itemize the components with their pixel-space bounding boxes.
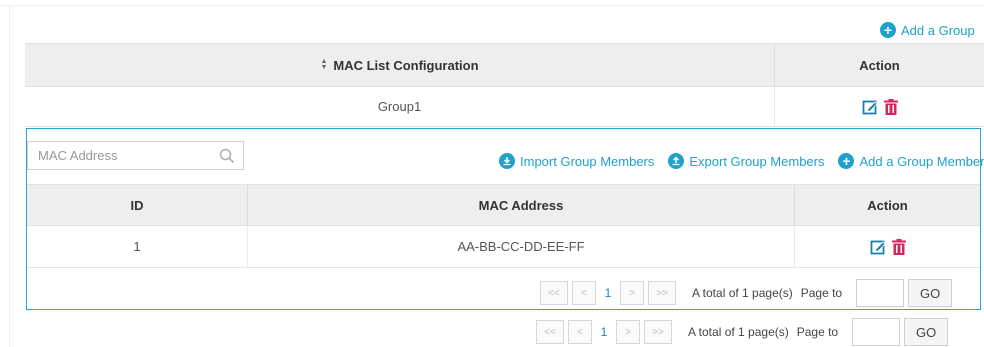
edit-icon[interactable]	[862, 99, 878, 115]
go-button[interactable]: GO	[908, 279, 953, 307]
export-group-members-button[interactable]: Export Group Members	[668, 153, 824, 169]
trash-icon[interactable]	[883, 98, 898, 115]
edit-icon[interactable]	[870, 239, 886, 255]
group-name-cell: Group1	[25, 87, 775, 126]
member-mac-cell: AA-BB-CC-DD-EE-FF	[248, 226, 795, 267]
prev-page-button[interactable]: <	[572, 281, 596, 305]
next-page-button[interactable]: >	[620, 281, 644, 305]
plus-circle-icon: +	[880, 22, 896, 38]
members-table-row[interactable]: 1 AA-BB-CC-DD-EE-FF	[27, 226, 980, 268]
page-top-border	[0, 0, 984, 6]
mac-search-input[interactable]	[28, 148, 208, 163]
mac-list-config-column-header[interactable]: ▲ ▼ MAC List Configuration	[25, 44, 775, 86]
prev-page-button[interactable]: <	[568, 320, 592, 344]
group-action-cell	[775, 87, 984, 126]
page-to-label: Page to	[800, 286, 843, 300]
last-page-button[interactable]: >>	[644, 320, 672, 344]
mac-column-header: MAC Address	[248, 185, 795, 225]
current-page[interactable]: 1	[600, 286, 616, 300]
page-to-input[interactable]	[856, 279, 905, 307]
members-pagination: << < 1 > >> A total of 1 page(s) Page to…	[540, 279, 953, 307]
add-group-label: Add a Group	[901, 22, 975, 38]
go-button[interactable]: GO	[904, 318, 949, 346]
add-group-button[interactable]: + Add a Group	[880, 22, 975, 38]
import-label: Import Group Members	[520, 153, 655, 169]
export-label: Export Group Members	[689, 153, 825, 169]
search-icon[interactable]	[219, 148, 235, 164]
current-page[interactable]: 1	[596, 325, 612, 339]
trash-icon[interactable]	[891, 238, 906, 255]
first-page-button[interactable]: <<	[536, 320, 564, 344]
next-page-button[interactable]: >	[616, 320, 640, 344]
mac-search-box	[27, 141, 244, 170]
group-members-panel: Import Group Members Export Group Member…	[26, 128, 984, 310]
members-table-header: ID MAC Address Action	[27, 184, 980, 226]
add-group-member-button[interactable]: + Add a Group Member	[838, 153, 984, 169]
member-actions-bar: Import Group Members Export Group Member…	[499, 153, 984, 169]
export-icon	[668, 153, 685, 169]
import-icon	[499, 153, 515, 169]
group-table-header: ▲ ▼ MAC List Configuration Action	[25, 43, 984, 87]
page-left-border	[9, 6, 10, 347]
member-id-cell: 1	[27, 226, 248, 267]
action-column-header: Action	[859, 57, 900, 73]
page-total-text: A total of 1 page(s)	[692, 286, 793, 300]
import-group-members-button[interactable]: Import Group Members	[499, 153, 654, 169]
last-page-button[interactable]: >>	[648, 281, 676, 305]
member-action-cell	[795, 226, 980, 267]
page-to-label: Page to	[796, 325, 839, 339]
page-total-text: A total of 1 page(s)	[688, 325, 789, 339]
sort-icon[interactable]: ▲ ▼	[320, 58, 327, 71]
member-action-column-header: Action	[867, 197, 908, 213]
groups-pagination: << < 1 > >> A total of 1 page(s) Page to…	[536, 318, 949, 346]
page-to-input[interactable]	[852, 318, 901, 346]
group-table-row[interactable]: Group1	[25, 87, 984, 127]
plus-circle-icon: +	[838, 153, 855, 169]
id-column-header: ID	[27, 185, 248, 225]
first-page-button[interactable]: <<	[540, 281, 568, 305]
mac-list-config-header-label: MAC List Configuration	[333, 57, 479, 73]
add-member-label: Add a Group Member	[859, 153, 984, 169]
